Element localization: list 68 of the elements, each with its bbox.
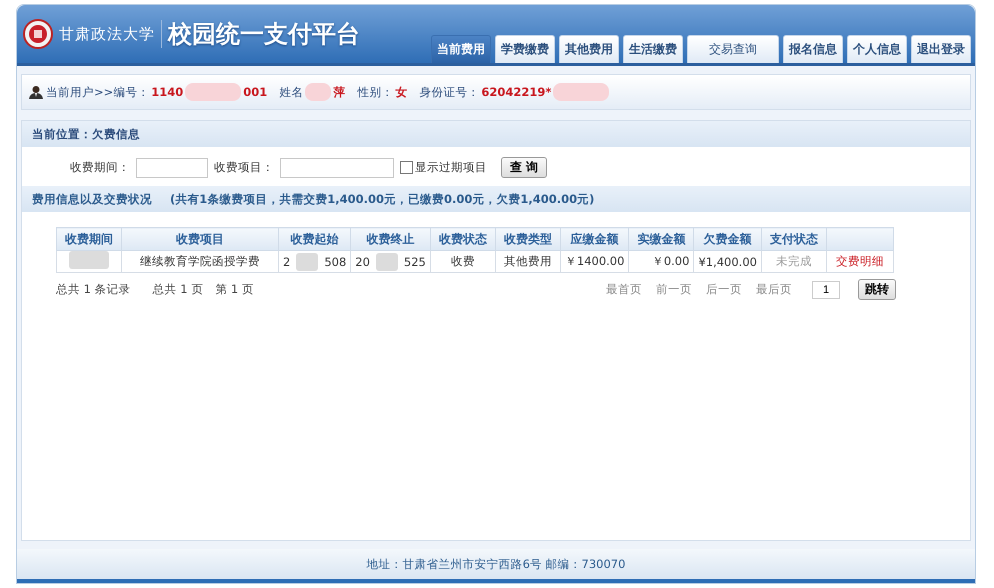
name-label: 姓名: [279, 84, 304, 100]
jump-button[interactable]: 跳转: [858, 279, 896, 300]
pager-link[interactable]: 后一页: [706, 282, 742, 297]
column-header: 应缴金额: [560, 228, 629, 250]
idcard-label: 身份证号：: [419, 84, 480, 100]
nav-tab[interactable]: 学费缴费: [495, 35, 555, 63]
cell-text: 508: [324, 254, 346, 268]
item-input[interactable]: [280, 158, 394, 178]
column-header: 实缴金额: [628, 228, 694, 250]
cell-text: 2: [283, 254, 290, 268]
cell-text: 525: [404, 254, 426, 268]
table-cell: ￥1400.00: [560, 250, 629, 272]
filter-label: 收费期间：: [70, 160, 130, 175]
redaction-mark: [185, 83, 242, 101]
record-count: 总共 1 条记录: [56, 282, 131, 297]
column-header: 支付状态: [761, 228, 826, 250]
user-label: 当前用户>>编号：: [46, 84, 150, 100]
column-header: 收费期间: [56, 228, 122, 250]
user-icon: [28, 85, 44, 99]
column-header: 欠费金额: [694, 228, 762, 250]
detail-link[interactable]: 交费明细: [826, 250, 894, 272]
table-cell: ¥1,400.00: [694, 250, 762, 272]
pager-link[interactable]: 最首页: [606, 282, 642, 297]
filter-label: 收费项目：: [214, 160, 274, 175]
table-cell: 未完成: [761, 250, 826, 272]
current-page: 第 1 页: [215, 282, 254, 297]
gender-label: 性别：: [357, 84, 394, 100]
nav-tab[interactable]: 个人信息: [847, 35, 907, 63]
checkbox-label: 显示过期项目: [415, 160, 487, 175]
emblem-icon: [23, 19, 53, 49]
summary-text: (共有1条缴费项目，共需交费1,400.00元，已缴费0.00元，欠费1,400.00元): [170, 192, 594, 206]
column-header: 收费项目: [122, 228, 278, 250]
idcard-value: 62042219*: [481, 85, 552, 99]
column-header: 收费起始: [278, 228, 351, 250]
page-count: 总共 1 页: [152, 282, 204, 297]
user-name: 萍: [333, 84, 346, 100]
column-header: 收费类型: [495, 228, 560, 250]
user-id: 001: [243, 85, 268, 99]
page-input[interactable]: 1: [812, 280, 840, 298]
address-text: 地址：甘肃省兰州市安宁西路6号 邮编：730070: [366, 556, 626, 572]
cell-text: 20: [355, 254, 370, 268]
table-cell: 继续教育学院函授学费: [122, 250, 278, 272]
table-cell: 其他费用: [495, 250, 560, 272]
nav-tab[interactable]: 报名信息: [783, 35, 843, 63]
platform-title: 校园统一支付平台: [168, 19, 360, 50]
nav-tab[interactable]: 其他费用: [559, 35, 619, 63]
table-cell: 收费: [430, 250, 496, 272]
nav-tab[interactable]: 交易查询: [687, 35, 779, 63]
nav-tab[interactable]: 退出登录: [911, 35, 971, 63]
school-name: 甘肃政法大学: [59, 24, 155, 44]
location-text: 当前位置：欠费信息: [32, 126, 140, 142]
pager-link[interactable]: 最后页: [756, 282, 792, 297]
redaction-mark: [69, 251, 109, 269]
summary-title: 费用信息以及交费状况: [32, 192, 152, 206]
table-cell: ￥0.00: [628, 250, 694, 272]
redaction-mark: [305, 83, 332, 101]
column-header: [826, 228, 894, 250]
column-header: 收费终止: [350, 228, 430, 250]
query-button[interactable]: 查 询: [501, 157, 548, 178]
redaction-mark: [553, 83, 610, 101]
pager-link[interactable]: 前一页: [656, 282, 692, 297]
user-id: 1140: [151, 85, 184, 99]
period-input[interactable]: [136, 158, 208, 178]
nav-tab[interactable]: 生活缴费: [623, 35, 683, 63]
expired-checkbox[interactable]: [400, 161, 413, 174]
column-header: 收费状态: [430, 228, 496, 250]
gender-value: 女: [395, 84, 408, 100]
nav-tab[interactable]: 当前费用: [431, 35, 491, 63]
